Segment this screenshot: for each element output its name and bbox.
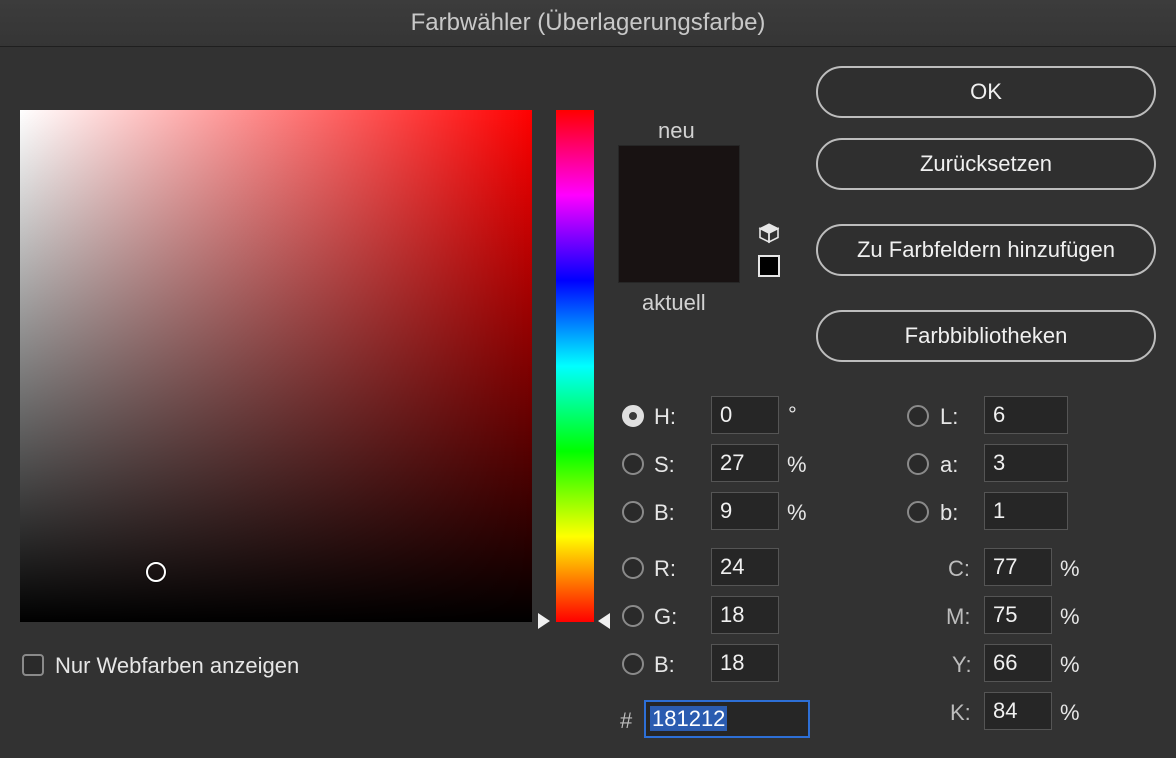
current-color-swatch[interactable] xyxy=(619,214,739,282)
saturation-brightness-field[interactable] xyxy=(20,110,532,622)
yellow-input[interactable]: 66 xyxy=(984,644,1052,682)
cyan-input[interactable]: 77 xyxy=(984,548,1052,586)
hue-slider-right-handle-icon[interactable] xyxy=(598,613,610,629)
red-radio[interactable] xyxy=(622,557,644,579)
lab-b-radio[interactable] xyxy=(907,501,929,523)
magenta-input[interactable]: 75 xyxy=(984,596,1052,634)
key-black-label: K: xyxy=(950,700,971,725)
blue-radio[interactable] xyxy=(622,653,644,675)
lab-b-label: b: xyxy=(940,500,959,525)
current-color-label: aktuell xyxy=(642,290,706,315)
web-colors-only-checkbox[interactable] xyxy=(22,654,44,676)
hex-label: # xyxy=(620,708,633,733)
hex-input[interactable]: 181212 xyxy=(644,700,810,738)
add-to-swatches-button[interactable]: Zu Farbfeldern hinzufügen xyxy=(816,224,1156,276)
window-title: Farbwähler (Überlagerungsfarbe) xyxy=(0,0,1176,47)
key-black-unit: % xyxy=(1060,700,1080,725)
lab-a-input[interactable]: 3 xyxy=(984,444,1068,482)
saturation-radio[interactable] xyxy=(622,453,644,475)
cyan-label: C: xyxy=(948,556,970,581)
magenta-unit: % xyxy=(1060,604,1080,629)
brightness-label: B: xyxy=(654,500,675,525)
lab-a-radio[interactable] xyxy=(907,453,929,475)
magenta-label: M: xyxy=(946,604,971,629)
brightness-unit: % xyxy=(787,500,807,525)
new-color-swatch xyxy=(619,146,739,214)
yellow-unit: % xyxy=(1060,652,1080,677)
out-of-gamut-cube-icon[interactable] xyxy=(758,222,780,244)
lab-l-label: L: xyxy=(940,404,959,429)
lab-l-radio[interactable] xyxy=(907,405,929,427)
green-label: G: xyxy=(654,604,678,629)
color-libraries-button[interactable]: Farbbibliotheken xyxy=(816,310,1156,362)
key-black-input[interactable]: 84 xyxy=(984,692,1052,730)
lab-b-input[interactable]: 1 xyxy=(984,492,1068,530)
blue-input[interactable]: 18 xyxy=(711,644,779,682)
hue-radio[interactable] xyxy=(622,405,644,427)
hue-slider[interactable] xyxy=(556,110,594,622)
new-color-label: neu xyxy=(658,118,695,143)
blue-label: B: xyxy=(654,652,675,677)
saturation-input[interactable]: 27 xyxy=(711,444,779,482)
color-preview-swatch xyxy=(618,145,740,283)
hex-value: 181212 xyxy=(650,706,728,731)
red-label: R: xyxy=(654,556,676,581)
hue-slider-left-handle-icon[interactable] xyxy=(538,613,550,629)
web-safe-color-square-icon[interactable] xyxy=(758,255,780,277)
green-radio[interactable] xyxy=(622,605,644,627)
yellow-label: Y: xyxy=(952,652,972,677)
color-field-cursor[interactable] xyxy=(146,562,166,582)
red-input[interactable]: 24 xyxy=(711,548,779,586)
reset-button[interactable]: Zurücksetzen xyxy=(816,138,1156,190)
cyan-unit: % xyxy=(1060,556,1080,581)
saturation-label: S: xyxy=(654,452,675,477)
lab-a-label: a: xyxy=(940,452,959,477)
lab-l-input[interactable]: 6 xyxy=(984,396,1068,434)
hue-input[interactable]: 0 xyxy=(711,396,779,434)
saturation-unit: % xyxy=(787,452,807,477)
hue-label: H: xyxy=(654,404,676,429)
web-colors-only-label: Nur Webfarben anzeigen xyxy=(55,653,300,678)
ok-button[interactable]: OK xyxy=(816,66,1156,118)
brightness-input[interactable]: 9 xyxy=(711,492,779,530)
brightness-radio[interactable] xyxy=(622,501,644,523)
hue-unit: ° xyxy=(788,402,797,427)
green-input[interactable]: 18 xyxy=(711,596,779,634)
